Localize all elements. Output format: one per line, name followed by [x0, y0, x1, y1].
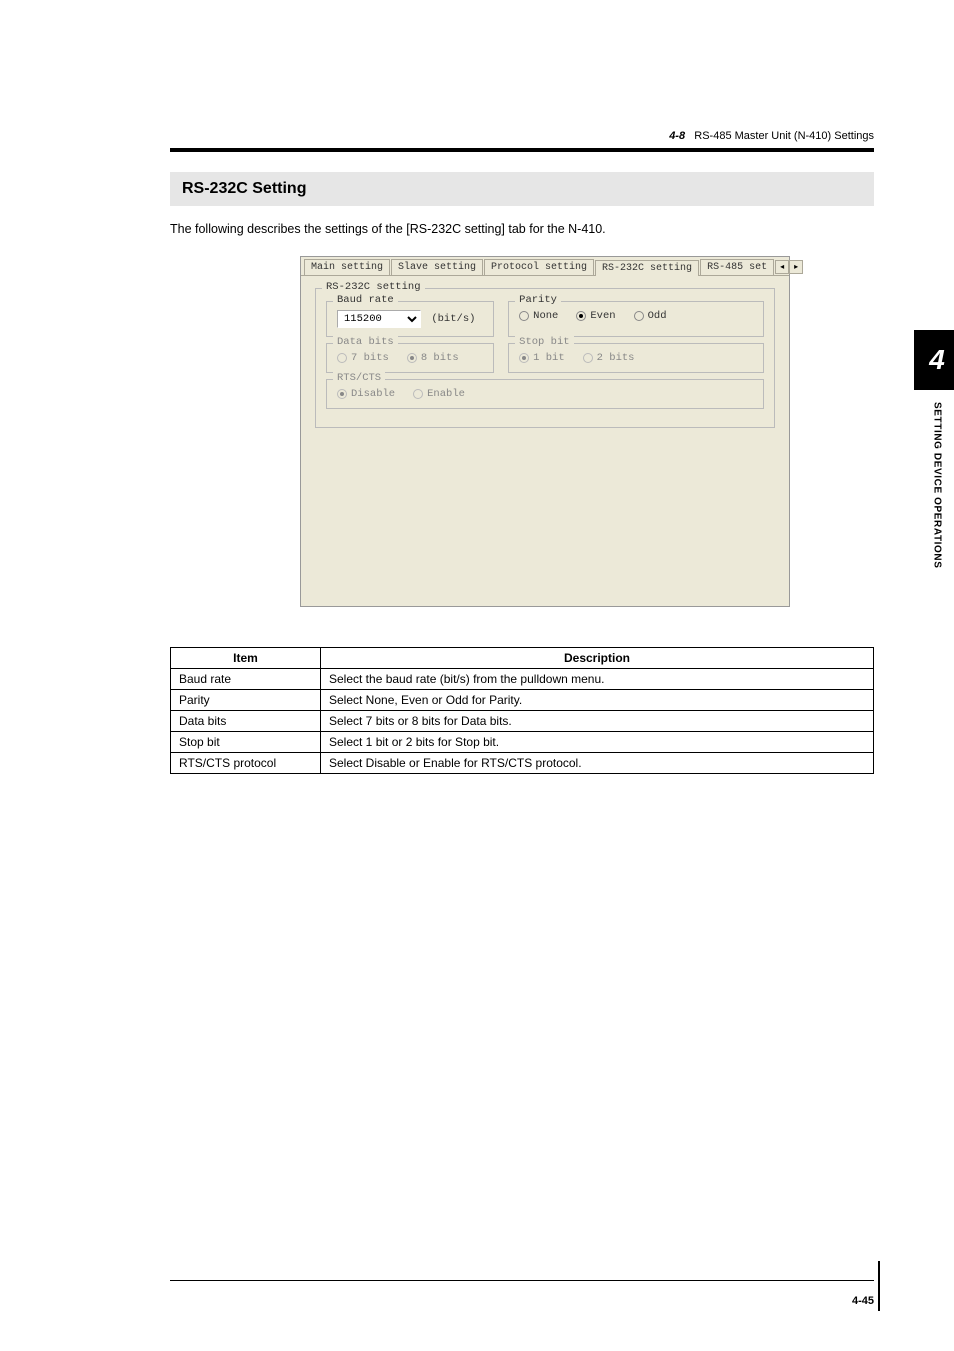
table-desc: Select None, Even or Odd for Parity. — [321, 690, 874, 711]
page-header: 4-8 RS-485 Master Unit (N-410) Settings — [170, 130, 874, 142]
parity-even-label: Even — [590, 310, 615, 322]
parity-legend: Parity — [515, 294, 561, 306]
table-item: Data bits — [171, 711, 321, 732]
radio-icon — [407, 353, 417, 363]
table-item: RTS/CTS protocol — [171, 753, 321, 774]
table-row: Parity Select None, Even or Odd for Pari… — [171, 690, 874, 711]
footer-divider — [170, 1280, 874, 1281]
tab-main-setting[interactable]: Main setting — [304, 259, 390, 275]
radio-icon — [634, 311, 644, 321]
rs232c-group-legend: RS-232C setting — [322, 281, 425, 293]
parity-none-radio[interactable]: None — [519, 310, 558, 322]
tab-scroll: ◂ ▸ — [775, 260, 803, 274]
data-bits-8-radio[interactable]: 8 bits — [407, 352, 459, 364]
radio-icon — [576, 311, 586, 321]
parity-group: Parity None Even — [508, 301, 764, 337]
parity-odd-label: Odd — [648, 310, 667, 322]
tab-rs485-setting[interactable]: RS-485 set — [700, 259, 774, 275]
table-row: Baud rate Select the baud rate (bit/s) f… — [171, 669, 874, 690]
table-item: Baud rate — [171, 669, 321, 690]
table-desc: Select 1 bit or 2 bits for Stop bit. — [321, 732, 874, 753]
parity-even-radio[interactable]: Even — [576, 310, 615, 322]
radio-icon — [337, 389, 347, 399]
radio-icon — [519, 353, 529, 363]
rs232c-group: RS-232C setting Baud rate 115200 (bit/s)… — [315, 288, 775, 428]
chapter-number: 4 — [914, 330, 954, 390]
radio-icon — [583, 353, 593, 363]
stop-bit-legend: Stop bit — [515, 336, 573, 348]
settings-dialog: Main setting Slave setting Protocol sett… — [300, 256, 790, 607]
parity-none-label: None — [533, 310, 558, 322]
rts-cts-disable-label: Disable — [351, 388, 395, 400]
tab-scroll-left-icon[interactable]: ◂ — [775, 260, 789, 274]
header-section-title: RS-485 Master Unit (N-410) Settings — [694, 130, 874, 142]
rts-cts-enable-label: Enable — [427, 388, 465, 400]
tab-slave-setting[interactable]: Slave setting — [391, 259, 483, 275]
baud-rate-group: Baud rate 115200 (bit/s) — [326, 301, 494, 337]
header-divider — [170, 148, 874, 152]
table-head-desc: Description — [321, 648, 874, 669]
table-row: Stop bit Select 1 bit or 2 bits for Stop… — [171, 732, 874, 753]
description-table: Item Description Baud rate Select the ba… — [170, 647, 874, 774]
table-row: Data bits Select 7 bits or 8 bits for Da… — [171, 711, 874, 732]
rts-cts-enable-radio[interactable]: Enable — [413, 388, 465, 400]
header-section-num: 4-8 — [669, 130, 685, 142]
stop-bit-group: Stop bit 1 bit 2 bits — [508, 343, 764, 373]
table-head-item: Item — [171, 648, 321, 669]
radio-icon — [413, 389, 423, 399]
data-bits-7-label: 7 bits — [351, 352, 389, 364]
stop-bit-2-radio[interactable]: 2 bits — [583, 352, 635, 364]
stop-bit-1-label: 1 bit — [533, 352, 565, 364]
tab-rs232c-setting[interactable]: RS-232C setting — [595, 260, 699, 276]
table-item: Parity — [171, 690, 321, 711]
table-desc: Select Disable or Enable for RTS/CTS pro… — [321, 753, 874, 774]
data-bits-7-radio[interactable]: 7 bits — [337, 352, 389, 364]
radio-icon — [337, 353, 347, 363]
table-item: Stop bit — [171, 732, 321, 753]
table-row: RTS/CTS protocol Select Disable or Enabl… — [171, 753, 874, 774]
data-bits-group: Data bits 7 bits 8 bits — [326, 343, 494, 373]
rts-cts-disable-radio[interactable]: Disable — [337, 388, 395, 400]
chapter-tab: 4 SETTING DEVICE OPERATIONS — [914, 330, 954, 569]
section-heading: RS-232C Setting — [170, 172, 874, 206]
intro-text: The following describes the settings of … — [170, 222, 874, 236]
page-number: 4-45 — [852, 1295, 874, 1307]
parity-odd-radio[interactable]: Odd — [634, 310, 667, 322]
table-desc: Select 7 bits or 8 bits for Data bits. — [321, 711, 874, 732]
baud-rate-select[interactable]: 115200 — [337, 310, 421, 328]
footer-corner-bar — [878, 1261, 880, 1311]
tab-protocol-setting[interactable]: Protocol setting — [484, 259, 594, 275]
stop-bit-2-label: 2 bits — [597, 352, 635, 364]
tab-scroll-right-icon[interactable]: ▸ — [789, 260, 803, 274]
stop-bit-1-radio[interactable]: 1 bit — [519, 352, 565, 364]
table-desc: Select the baud rate (bit/s) from the pu… — [321, 669, 874, 690]
baud-rate-unit: (bit/s) — [431, 313, 475, 325]
data-bits-8-label: 8 bits — [421, 352, 459, 364]
data-bits-legend: Data bits — [333, 336, 398, 348]
tab-strip: Main setting Slave setting Protocol sett… — [301, 257, 789, 276]
baud-rate-legend: Baud rate — [333, 294, 398, 306]
chapter-title: SETTING DEVICE OPERATIONS — [932, 402, 943, 569]
rts-cts-legend: RTS/CTS — [333, 372, 385, 384]
radio-icon — [519, 311, 529, 321]
rts-cts-group: RTS/CTS Disable Enable — [326, 379, 764, 409]
